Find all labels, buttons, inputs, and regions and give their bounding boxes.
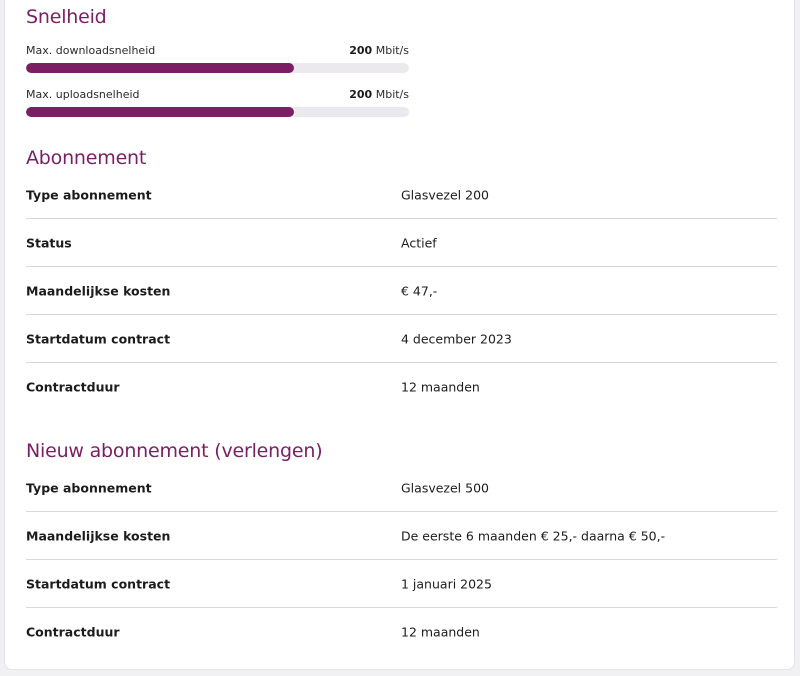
row-label: Contractduur — [26, 624, 120, 639]
row-label: Startdatum contract — [26, 576, 171, 591]
table-row: Maandelijkse kosten € 47,- — [26, 267, 777, 315]
upload-speed-number: 200 — [349, 88, 373, 101]
renewal-heading: Nieuw abonnement (verlengen) — [26, 440, 323, 462]
row-label: Type abonnement — [26, 187, 152, 202]
table-row: Contractduur 12 maanden — [26, 363, 777, 410]
table-row: Startdatum contract 4 december 2023 — [26, 315, 777, 363]
upload-speed-value: 200 Mbit/s — [349, 88, 409, 101]
row-value: 4 december 2023 — [401, 331, 512, 346]
row-label: Type abonnement — [26, 480, 152, 495]
row-value: De eerste 6 maanden € 25,- daarna € 50,- — [401, 528, 666, 543]
row-value: € 47,- — [401, 283, 438, 298]
table-row: Type abonnement Glasvezel 200 — [26, 171, 777, 219]
download-speed-value: 200 Mbit/s — [349, 44, 409, 57]
download-speed-number: 200 — [349, 44, 373, 57]
row-value: 12 maanden — [401, 379, 480, 394]
row-label: Maandelijkse kosten — [26, 283, 171, 298]
row-value: Glasvezel 500 — [401, 480, 489, 495]
row-value: Actief — [401, 235, 437, 250]
table-row: Type abonnement Glasvezel 500 — [26, 464, 777, 512]
download-speed-label: Max. downloadsnelheid — [26, 44, 156, 57]
renewal-table: Type abonnement Glasvezel 500 Maandelijk… — [26, 464, 777, 655]
table-row: Status Actief — [26, 219, 777, 267]
row-value: Glasvezel 200 — [401, 187, 489, 202]
row-label: Status — [26, 235, 72, 250]
row-value: 12 maanden — [401, 624, 480, 639]
details-card: Snelheid Max. downloadsnelheid 200 Mbit/… — [4, 0, 795, 670]
row-value: 1 januari 2025 — [401, 576, 492, 591]
row-label: Contractduur — [26, 379, 120, 394]
download-speed-bar-fill — [26, 63, 295, 73]
subscription-heading: Abonnement — [26, 147, 147, 169]
table-row: Maandelijkse kosten De eerste 6 maanden … — [26, 512, 777, 560]
row-label: Maandelijkse kosten — [26, 528, 171, 543]
upload-speed-unit: Mbit/s — [375, 88, 409, 101]
upload-speed-label: Max. uploadsnelheid — [26, 88, 140, 101]
download-speed-unit: Mbit/s — [375, 44, 409, 57]
table-row: Contractduur 12 maanden — [26, 608, 777, 655]
upload-speed-bar-fill — [26, 107, 295, 117]
row-label: Startdatum contract — [26, 331, 171, 346]
download-speed-bar — [26, 63, 409, 73]
table-row: Startdatum contract 1 januari 2025 — [26, 560, 777, 608]
speed-heading: Snelheid — [26, 6, 107, 28]
subscription-table: Type abonnement Glasvezel 200 Status Act… — [26, 171, 777, 410]
upload-speed-bar — [26, 107, 409, 117]
